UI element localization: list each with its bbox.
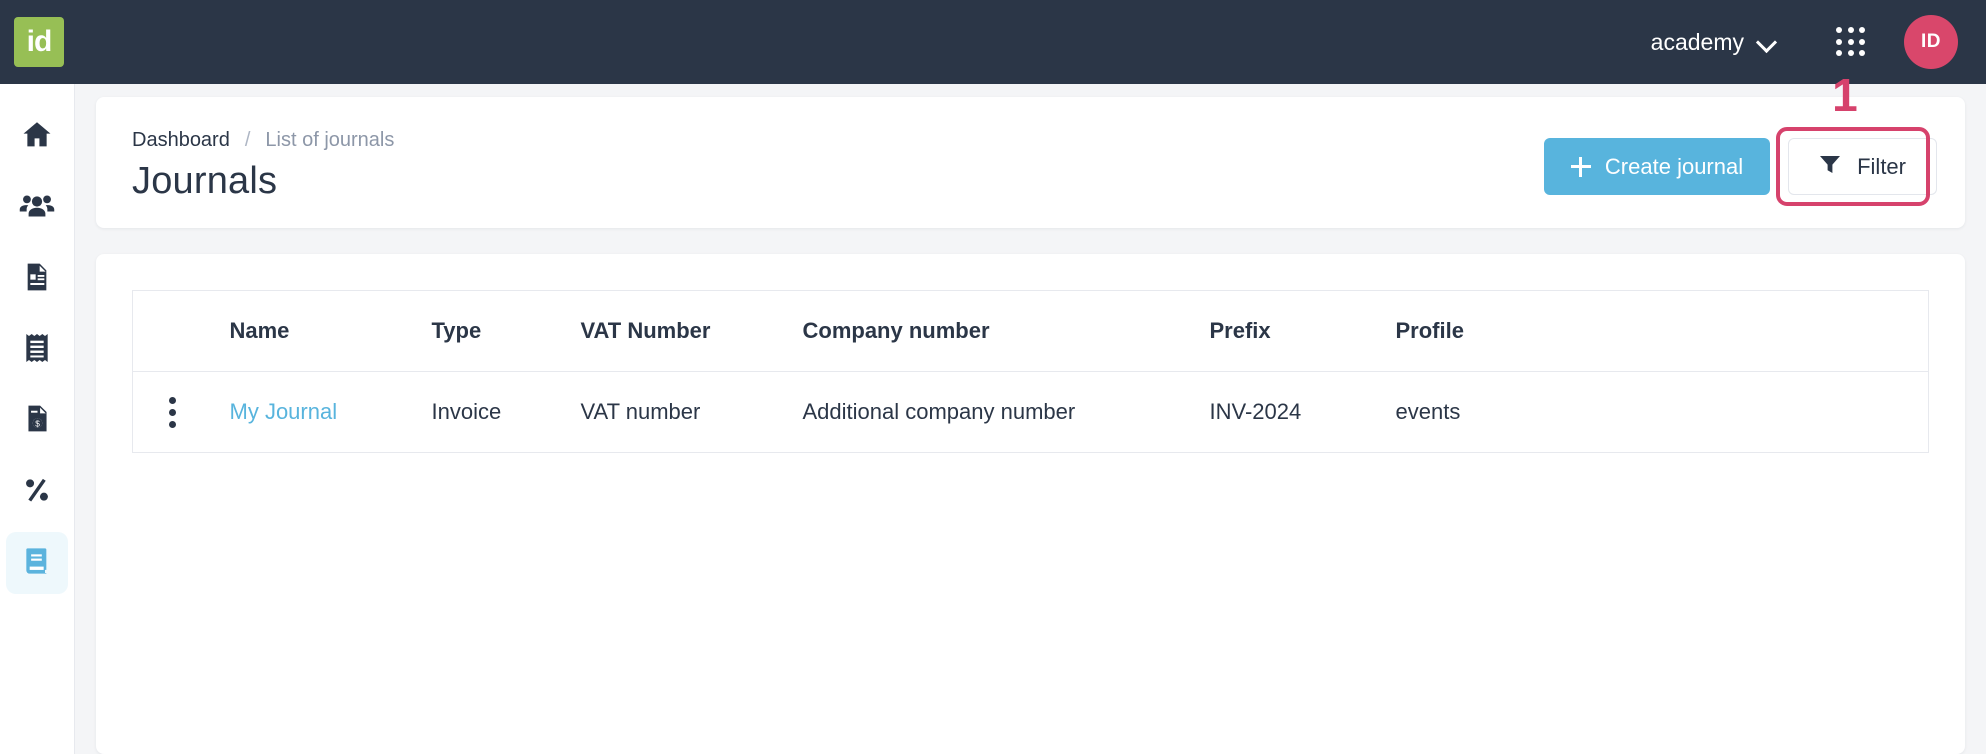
sidebar-item-receipts[interactable] [6,319,68,381]
row-actions-cell [132,371,230,453]
percent-icon [21,474,53,511]
page-header-card: Dashboard / List of journals Journals Cr… [96,69,1965,228]
funnel-icon [1819,154,1841,180]
sidebar-item-taxes[interactable] [6,461,68,523]
kebab-menu-icon[interactable] [169,396,176,428]
row-prefix-cell: INV-2024 [1209,371,1396,453]
row-type-cell: Invoice [431,371,581,453]
create-journal-button[interactable]: Create journal [1543,138,1771,195]
annotation-step-number: 1 [1832,69,1858,121]
plus-icon [1570,156,1591,177]
chevron-down-icon [1758,33,1776,51]
row-vat-number-cell: VAT number [580,371,803,453]
filter-label: Filter [1857,153,1906,179]
avatar[interactable]: ID [1904,15,1958,69]
document-card-icon [21,261,53,298]
org-switcher[interactable]: academy [1641,21,1786,64]
table-row[interactable]: My Journal Invoice VAT number Additional… [132,371,1929,453]
book-icon [21,545,53,582]
row-profile-cell: events [1395,371,1929,453]
table-header-vat-number: VAT Number [580,290,803,372]
people-icon [19,188,55,229]
breadcrumb-dashboard[interactable]: Dashboard [132,129,230,152]
sidebar-item-documents[interactable] [6,248,68,310]
app-logo[interactable]: id [14,17,64,67]
sidebar-item-journals[interactable] [6,532,68,594]
table-header-company-number: Company number [802,290,1210,372]
journal-name-link[interactable]: My Journal [230,399,338,424]
journals-table: Name Type VAT Number Company number Pref… [132,290,1929,453]
home-icon [20,118,54,157]
breadcrumb-current: List of journals [265,129,395,151]
sidebar-item-invoices[interactable]: $ [6,390,68,452]
create-journal-label: Create journal [1604,153,1744,179]
main-content: Dashboard / List of journals Journals Cr… [75,69,1986,754]
apps-grid-icon[interactable] [1828,19,1874,65]
org-name-label: academy [1650,28,1744,55]
table-header-prefix: Prefix [1209,290,1396,372]
breadcrumb-separator: / [244,129,251,151]
table-header-row: Name Type VAT Number Company number Pref… [132,290,1929,372]
sidebar: $ [0,84,75,754]
table-body: My Journal Invoice VAT number Additional… [132,371,1929,453]
table-header-name: Name [229,290,432,372]
journals-table-card: Name Type VAT Number Company number Pref… [96,254,1965,754]
document-dollar-icon: $ [22,403,53,439]
table-header-actions [132,290,230,372]
sidebar-item-contacts[interactable] [6,177,68,239]
svg-text:$: $ [35,420,40,429]
sidebar-item-home[interactable] [6,106,68,168]
topbar-right-group: academy ID [1641,15,1958,69]
receipt-icon [22,332,52,369]
row-company-number-cell: Additional company number [802,371,1210,453]
row-name-cell: My Journal [229,371,432,453]
filter-button-wrapper: Filter 1 [1776,69,1937,206]
table-head: Name Type VAT Number Company number Pref… [132,290,1929,372]
top-bar: id academy ID [0,0,1986,84]
table-header-type: Type [431,290,581,372]
table-header-profile: Profile [1395,290,1929,372]
filter-button[interactable]: Filter [1788,138,1937,195]
header-actions: Create journal Filter 1 [1543,69,1937,206]
